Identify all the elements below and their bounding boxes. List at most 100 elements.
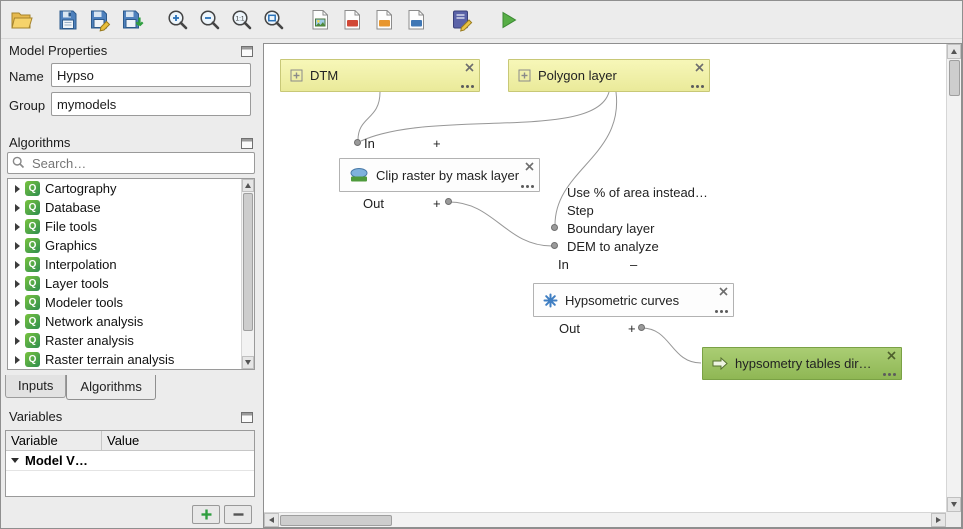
export-as-svg-button[interactable] [369, 5, 399, 35]
export-as-script-button[interactable] [401, 5, 431, 35]
scrollbar-thumb[interactable] [949, 60, 960, 96]
scroll-down-button[interactable] [947, 497, 961, 512]
node-clip-raster-algorithm[interactable]: Clip raster by mask layer [339, 158, 540, 192]
hypso-dem-socket[interactable] [551, 242, 558, 249]
close-icon [465, 63, 474, 72]
expand-arrow-icon[interactable] [15, 242, 20, 250]
float-panel-button[interactable] [241, 44, 253, 55]
expand-arrow-icon[interactable] [15, 299, 20, 307]
scroll-left-button[interactable] [264, 513, 279, 527]
hypso-in-toggle[interactable]: – [630, 257, 637, 272]
scroll-down-button[interactable] [242, 356, 254, 369]
clip-in-label: In [364, 136, 375, 151]
remove-icon [232, 508, 245, 521]
scroll-right-button[interactable] [931, 513, 946, 527]
clip-in-toggle[interactable]: + [433, 136, 441, 151]
delete-node-button[interactable] [695, 63, 704, 72]
scroll-up-button[interactable] [947, 44, 961, 59]
tree-item-cartography[interactable]: Q Cartography [8, 179, 241, 198]
zoom-out-icon [198, 8, 222, 32]
zoom-in-button[interactable] [163, 5, 193, 35]
expand-arrow-icon[interactable] [15, 356, 20, 364]
scrollbar-thumb[interactable] [243, 193, 253, 331]
save-to-project-icon [120, 8, 144, 32]
tree-item-graphics[interactable]: Q Graphics [8, 236, 241, 255]
expand-arrow-icon[interactable] [15, 337, 20, 345]
zoom-out-button[interactable] [195, 5, 225, 35]
node-hypsometry-tables-output[interactable]: hypsometry tables dir… [702, 347, 902, 380]
provider-icon: Q [25, 219, 40, 234]
zoom-in-icon [166, 8, 190, 32]
clip-out-toggle[interactable]: + [433, 196, 441, 211]
hypso-out-label: Out [559, 321, 580, 336]
save-model-button[interactable] [53, 5, 83, 35]
connection-wire [358, 92, 380, 140]
tree-item-network-analysis[interactable]: Q Network analysis [8, 312, 241, 331]
variables-group-row[interactable]: Model V… [6, 451, 254, 471]
zoom-actual-button[interactable]: 1:1 [227, 5, 257, 35]
expand-arrow-icon[interactable] [15, 223, 20, 231]
delete-node-button[interactable] [887, 351, 896, 360]
save-to-project-button[interactable] [117, 5, 147, 35]
expand-node-button[interactable] [691, 85, 704, 88]
collapse-arrow-icon[interactable] [11, 458, 19, 463]
expand-node-button[interactable] [521, 185, 534, 188]
expand-arrow-icon[interactable] [15, 261, 20, 269]
input-parameter-icon [518, 69, 531, 82]
remove-variable-button[interactable] [224, 505, 252, 524]
model-canvas[interactable]: DTM Polygon layer [263, 43, 962, 528]
add-variable-button[interactable] [192, 505, 220, 524]
run-model-button[interactable] [493, 5, 523, 35]
tab-algorithms[interactable]: Algorithms [66, 375, 155, 400]
delete-node-button[interactable] [465, 63, 474, 72]
delete-node-button[interactable] [719, 287, 728, 296]
search-input[interactable] [7, 152, 255, 174]
float-panel-icon [241, 412, 253, 423]
panel-tab-bar: Inputs Algorithms [5, 375, 156, 401]
edit-model-help-button[interactable] [447, 5, 477, 35]
tree-item-file-tools[interactable]: Q File tools [8, 217, 241, 236]
node-polygon-layer-input[interactable]: Polygon layer [508, 59, 710, 92]
zoom-full-button[interactable] [259, 5, 289, 35]
hypso-output-socket[interactable] [638, 324, 645, 331]
node-hypsometric-curves-algorithm[interactable]: Hypsometric curves [533, 283, 734, 317]
gdal-icon [349, 168, 369, 183]
hypso-boundary-socket[interactable] [551, 224, 558, 231]
close-icon [525, 162, 534, 171]
clip-input-socket[interactable] [354, 139, 361, 146]
float-panel-button[interactable] [241, 410, 253, 421]
float-panel-button[interactable] [241, 136, 253, 147]
model-group-input[interactable] [51, 92, 251, 116]
tree-item-modeler-tools[interactable]: Q Modeler tools [8, 293, 241, 312]
scroll-up-button[interactable] [242, 179, 254, 192]
tree-item-label: Interpolation [45, 257, 117, 272]
expand-node-button[interactable] [461, 85, 474, 88]
delete-node-button[interactable] [525, 162, 534, 171]
export-as-pdf-button[interactable] [337, 5, 367, 35]
clip-output-socket[interactable] [445, 198, 452, 205]
hypso-in-label: In [558, 257, 569, 272]
expand-arrow-icon[interactable] [15, 204, 20, 212]
tree-item-layer-tools[interactable]: Q Layer tools [8, 274, 241, 293]
node-label: Hypsometric curves [565, 293, 679, 308]
expand-arrow-icon[interactable] [15, 318, 20, 326]
edit-help-icon [450, 8, 474, 32]
expand-node-button[interactable] [883, 373, 896, 376]
open-model-button[interactable] [7, 5, 37, 35]
tree-item-database[interactable]: Q Database [8, 198, 241, 217]
close-icon [719, 287, 728, 296]
tree-item-raster-analysis[interactable]: Q Raster analysis [8, 331, 241, 350]
node-dtm-input[interactable]: DTM [280, 59, 480, 92]
model-name-input[interactable] [51, 63, 251, 87]
expand-arrow-icon[interactable] [15, 185, 20, 193]
tree-item-interpolation[interactable]: Q Interpolation [8, 255, 241, 274]
save-model-as-button[interactable] [85, 5, 115, 35]
tree-item-label: Cartography [45, 181, 117, 196]
scrollbar-thumb[interactable] [280, 515, 392, 526]
export-as-image-button[interactable] [305, 5, 335, 35]
tab-inputs[interactable]: Inputs [5, 375, 66, 398]
hypso-out-toggle[interactable]: + [628, 321, 636, 336]
tree-item-raster-terrain-analysis[interactable]: Q Raster terrain analysis [8, 350, 241, 369]
expand-node-button[interactable] [715, 310, 728, 313]
expand-arrow-icon[interactable] [15, 280, 20, 288]
